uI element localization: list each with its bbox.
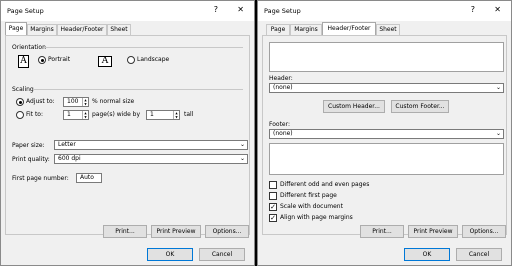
tab-sheet[interactable]: Sheet — [376, 24, 400, 35]
chevron-down-icon[interactable]: ⌄ — [494, 84, 503, 92]
paper-size-select[interactable]: Letter ⌄ — [54, 140, 248, 150]
header-value: (none) — [273, 84, 293, 91]
help-button[interactable]: ? — [471, 5, 475, 15]
print-preview-button[interactable]: Print Preview — [151, 225, 201, 238]
fit-tall-input[interactable]: 1 ▲ ▼ — [146, 110, 180, 120]
tab-header-footer[interactable]: Header/Footer — [57, 24, 107, 35]
adjust-to-radio[interactable] — [16, 98, 24, 106]
dialog-title: Page Setup — [7, 7, 44, 15]
adjust-to-input[interactable]: 100 ▲ ▼ — [63, 97, 89, 107]
spin-arrows-icon[interactable]: ▲ ▼ — [82, 111, 88, 119]
cancel-button[interactable]: Cancel — [199, 248, 245, 261]
header-preview — [269, 42, 504, 72]
tall-label: tall — [184, 111, 194, 118]
landscape-radio[interactable] — [127, 56, 135, 64]
odd-even-checkbox[interactable] — [269, 181, 277, 189]
chevron-down-icon[interactable]: ⌄ — [494, 130, 503, 138]
print-button[interactable]: Print... — [360, 225, 404, 238]
tab-panel: Orientation A Portrait A Landscape Scali… — [5, 35, 250, 238]
footer-select[interactable]: (none) ⌄ — [269, 129, 504, 139]
footer-preview — [269, 143, 504, 175]
header-select[interactable]: (none) ⌄ — [269, 83, 504, 93]
dialog-title: Page Setup — [264, 7, 301, 15]
fit-wide-input[interactable]: 1 ▲ ▼ — [63, 110, 89, 120]
portrait-radio[interactable] — [38, 56, 46, 64]
adjust-to-label: Adjust to: — [26, 98, 55, 105]
tab-page[interactable]: Page — [266, 24, 290, 35]
tab-margins[interactable]: Margins — [27, 24, 57, 35]
print-quality-value: 600 dpi — [58, 155, 81, 162]
paper-size-value: Letter — [58, 141, 76, 148]
close-button[interactable]: ✕ — [494, 5, 501, 15]
title-bar: Page Setup ? ✕ — [1, 1, 254, 21]
tab-header-footer[interactable]: Header/Footer — [322, 22, 376, 35]
first-page-number-input[interactable]: Auto — [76, 173, 102, 183]
scale-with-document-label: Scale with document — [280, 203, 343, 210]
spin-arrows-icon[interactable]: ▲ ▼ — [82, 98, 88, 106]
header-label: Header: — [269, 75, 293, 82]
paper-size-label: Paper size: — [12, 142, 45, 149]
group-divider — [34, 89, 243, 90]
fit-to-label: Fit to: — [26, 111, 43, 118]
close-button[interactable]: ✕ — [237, 5, 244, 15]
tab-sheet[interactable]: Sheet — [107, 24, 131, 35]
landscape-icon: A — [98, 56, 112, 67]
odd-even-label: Different odd and even pages — [280, 181, 370, 188]
orientation-group-label: Orientation — [12, 44, 46, 51]
scale-with-document-checkbox[interactable]: ✓ — [269, 203, 277, 211]
landscape-label: Landscape — [137, 56, 170, 63]
footer-label: Footer: — [269, 121, 291, 128]
print-button[interactable]: Print... — [103, 225, 147, 238]
print-quality-label: Print quality: — [12, 156, 50, 163]
portrait-label: Portrait — [48, 56, 71, 63]
fit-to-radio[interactable] — [16, 111, 24, 119]
print-quality-select[interactable]: 600 dpi ⌄ — [54, 154, 248, 164]
title-bar: Page Setup ? ✕ — [258, 1, 511, 21]
align-margins-label: Align with page margins — [280, 214, 353, 221]
footer-value: (none) — [273, 130, 293, 137]
chevron-down-icon[interactable]: ⌄ — [238, 155, 247, 163]
tab-panel: Header: (none) ⌄ Custom Header... Custom … — [262, 35, 507, 238]
print-preview-button[interactable]: Print Preview — [408, 225, 458, 238]
first-page-number-label: First page number: — [12, 175, 69, 182]
ok-button[interactable]: OK — [404, 248, 450, 261]
chevron-down-icon[interactable]: ⌄ — [238, 141, 247, 149]
scaling-group-label: Scaling — [12, 86, 34, 93]
page-setup-dialog-page-tab: Page Setup ? ✕ Page Margins Header/Foote… — [0, 0, 255, 266]
portrait-icon: A — [18, 55, 29, 68]
page-setup-dialog-header-footer-tab: Page Setup ? ✕ Page Margins Header/Foote… — [257, 0, 512, 266]
align-margins-checkbox[interactable]: ✓ — [269, 214, 277, 222]
help-button[interactable]: ? — [214, 5, 218, 15]
custom-header-button[interactable]: Custom Header... — [323, 100, 385, 113]
first-page-label: Different first page — [280, 192, 337, 199]
normal-size-label: % normal size — [92, 98, 135, 105]
pages-wide-by-label: page(s) wide by — [92, 111, 141, 118]
options-button[interactable]: Options... — [462, 225, 506, 238]
cancel-button[interactable]: Cancel — [456, 248, 502, 261]
ok-button[interactable]: OK — [147, 248, 193, 261]
group-divider — [44, 47, 243, 48]
tab-margins[interactable]: Margins — [290, 24, 322, 35]
tab-page[interactable]: Page — [5, 22, 27, 35]
first-page-checkbox[interactable] — [269, 192, 277, 200]
fit-wide-value: 1 — [67, 111, 71, 118]
spin-arrows-icon[interactable]: ▲ ▼ — [173, 111, 179, 119]
fit-tall-value: 1 — [150, 111, 154, 118]
options-button[interactable]: Options... — [205, 225, 249, 238]
adjust-to-value: 100 — [67, 98, 79, 105]
first-page-number-value: Auto — [80, 174, 94, 181]
custom-footer-button[interactable]: Custom Footer... — [391, 100, 449, 113]
